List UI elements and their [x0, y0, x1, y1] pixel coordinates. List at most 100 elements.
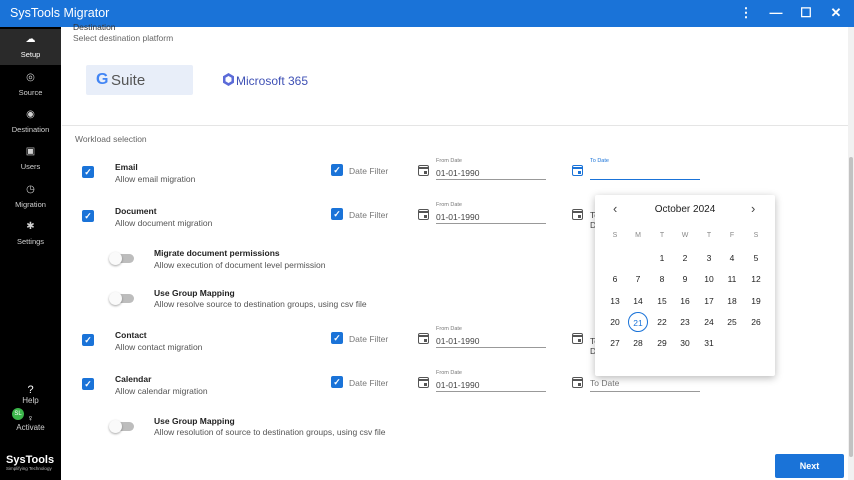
calendar-day[interactable]: 2	[675, 248, 695, 268]
more-options-icon[interactable]: ⋮	[736, 3, 756, 23]
title-bar: SysTools Migrator ⋮ — ☐ ✕	[0, 0, 854, 27]
calendar-day[interactable]: 5	[746, 248, 766, 268]
email-date-filter-checkbox[interactable]: ✓	[331, 164, 343, 176]
calendar-icon[interactable]	[572, 165, 583, 176]
group-mapping-label-2: Use Group Mapping	[154, 416, 235, 426]
calendar-day[interactable]: 4	[722, 248, 742, 268]
scrollbar-thumb[interactable]	[849, 157, 853, 457]
calendar-icon[interactable]	[418, 377, 429, 388]
calendar-day[interactable]: 13	[605, 291, 625, 311]
next-month-button[interactable]: ›	[751, 201, 755, 216]
calendar-day[interactable]: 20	[605, 312, 625, 332]
microsoft365-label: Microsoft 365	[236, 74, 309, 88]
group-mapping-desc-2: Allow resolution of source to destinatio…	[154, 427, 386, 437]
email-date-filter-label: Date Filter	[349, 166, 389, 176]
calendar-day[interactable]: 6	[605, 269, 625, 289]
calendar-checkbox[interactable]: ✓	[82, 378, 94, 390]
calendar-day[interactable]: 30	[675, 333, 695, 353]
maximize-button[interactable]: ☐	[796, 3, 816, 23]
from-date-value: 01-01-1990	[436, 212, 480, 222]
help-button[interactable]: ? Help	[0, 384, 61, 405]
contact-from-date[interactable]: From Date 01-01-1990	[436, 326, 546, 348]
calendar-day[interactable]: 31	[699, 333, 719, 353]
calendar-day[interactable]: 22	[652, 312, 672, 332]
sidebar-item-settings[interactable]: ✱ Settings	[0, 216, 61, 253]
document-from-date[interactable]: From Date 01-01-1990	[436, 202, 546, 224]
calendar-day[interactable]: 21	[628, 311, 648, 332]
calendar-day[interactable]: 16	[675, 291, 695, 311]
close-button[interactable]: ✕	[826, 3, 846, 23]
group-mapping-toggle[interactable]	[109, 292, 134, 305]
calendar-day[interactable]: 14	[628, 291, 648, 311]
sidebar-item-label: Destination	[11, 125, 50, 134]
contact-date-filter-label: Date Filter	[349, 334, 389, 344]
calendar-icon[interactable]	[418, 209, 429, 220]
calendar-label: Calendar	[115, 374, 152, 384]
calendar-day[interactable]: 27	[605, 333, 625, 353]
calendar-from-date[interactable]: From Date 01-01-1990	[436, 370, 546, 392]
gsuite-option[interactable]: G Suite	[86, 65, 193, 95]
calendar-day[interactable]: 17	[699, 291, 719, 311]
calendar-day[interactable]: 28	[628, 333, 648, 353]
document-label: Document	[115, 206, 157, 216]
sidebar-item-destination[interactable]: ◉ Destination	[0, 104, 61, 141]
sidebar-item-users[interactable]: ▣ Users	[0, 141, 61, 178]
weekday-label: W	[681, 232, 689, 239]
group-mapping-toggle-2[interactable]	[109, 420, 134, 433]
microsoft365-option[interactable]: Microsoft 365	[219, 65, 326, 95]
weekday-label: S	[612, 232, 618, 239]
activate-label: Activate	[16, 423, 45, 432]
calendar-icon[interactable]	[418, 333, 429, 344]
calendar-day[interactable]: 8	[652, 269, 672, 289]
calendar-date-filter-label: Date Filter	[349, 378, 389, 388]
calendar-icon[interactable]	[572, 209, 583, 220]
document-date-filter-checkbox[interactable]: ✓	[331, 208, 343, 220]
calendar-desc: Allow calendar migration	[115, 386, 208, 396]
source-icon: ◎	[26, 72, 35, 83]
minimize-button[interactable]: —	[766, 3, 786, 23]
calendar-day[interactable]: 9	[675, 269, 695, 289]
contact-date-filter-checkbox[interactable]: ✓	[331, 332, 343, 344]
to-date-value: To Date	[590, 378, 620, 388]
sidebar-item-label: Source	[18, 88, 43, 97]
calendar-day[interactable]: 15	[652, 291, 672, 311]
email-from-date[interactable]: From Date 01-01-1990	[436, 158, 546, 180]
email-checkbox[interactable]: ✓	[82, 166, 94, 178]
calendar-day[interactable]: 10	[699, 269, 719, 289]
sidebar-item-setup[interactable]: ☁ Setup	[0, 29, 61, 65]
email-label: Email	[115, 162, 138, 172]
calendar-icon[interactable]	[418, 165, 429, 176]
calendar-day[interactable]: 25	[722, 312, 742, 332]
workload-heading: Workload selection	[75, 134, 147, 144]
calendar-day[interactable]: 18	[722, 291, 742, 311]
doc-permissions-toggle[interactable]	[109, 252, 134, 265]
calendar-day[interactable]: 12	[746, 269, 766, 289]
doc-permissions-label: Migrate document permissions	[154, 248, 280, 258]
calendar-icon[interactable]	[572, 333, 583, 344]
from-date-label: From Date	[436, 158, 462, 164]
document-checkbox[interactable]: ✓	[82, 210, 94, 222]
calendar-day[interactable]: 26	[746, 312, 766, 332]
email-to-date[interactable]: To Date	[590, 158, 700, 180]
next-button[interactable]: Next	[775, 454, 844, 478]
contact-checkbox[interactable]: ✓	[82, 334, 94, 346]
sidebar-item-migration[interactable]: ◷ Migration	[0, 179, 61, 216]
calendar-day[interactable]: 24	[699, 312, 719, 332]
calendar-date-filter-checkbox[interactable]: ✓	[331, 376, 343, 388]
section-divider	[62, 125, 848, 126]
email-desc: Allow email migration	[115, 174, 196, 184]
weekday-label: F	[729, 232, 735, 239]
activate-button[interactable]: ♀ Activate	[0, 413, 61, 432]
calendar-day[interactable]: 1	[652, 248, 672, 268]
scrollbar[interactable]	[848, 27, 854, 480]
calendar-day[interactable]: 11	[722, 269, 742, 289]
destination-heading: Destination	[73, 22, 116, 32]
calendar-day[interactable]: 29	[652, 333, 672, 353]
calendar-day[interactable]: 7	[628, 269, 648, 289]
sidebar-item-source[interactable]: ◎ Source	[0, 67, 61, 104]
calendar-day[interactable]: 19	[746, 291, 766, 311]
calendar-day[interactable]: 23	[675, 312, 695, 332]
calendar-day[interactable]: 3	[699, 248, 719, 268]
calendar-icon[interactable]	[572, 377, 583, 388]
systools-logo: SysTools Simplifying Technology	[6, 454, 58, 471]
